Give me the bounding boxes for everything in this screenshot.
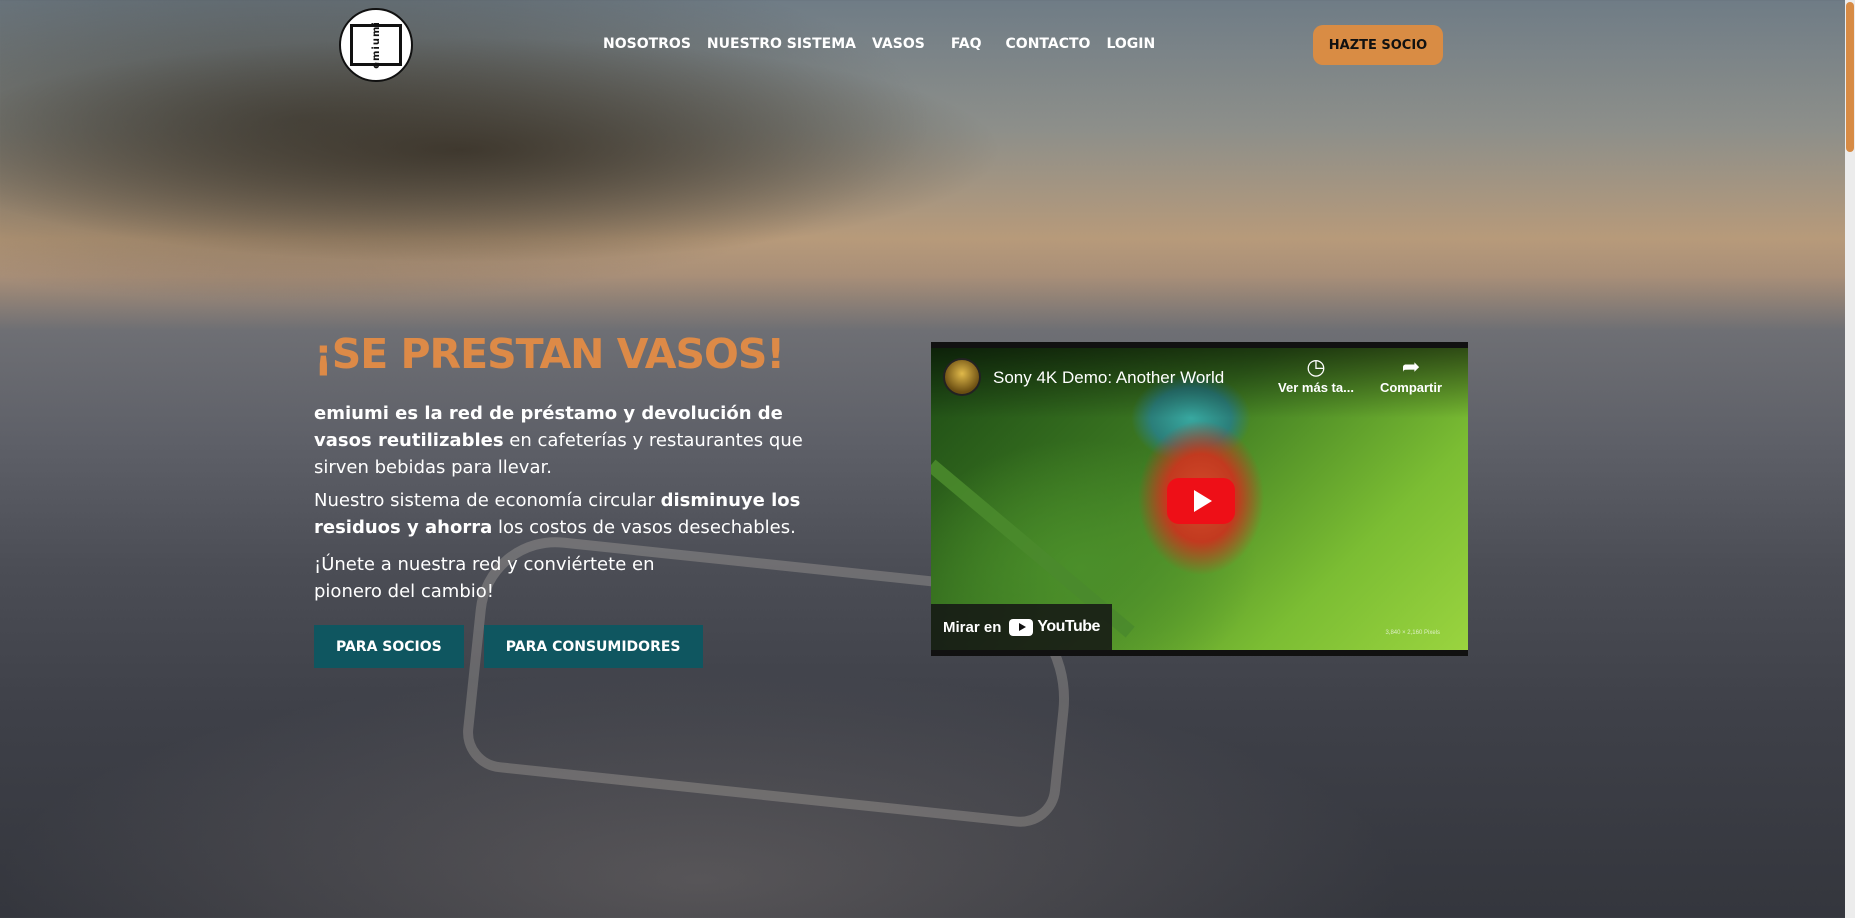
main-nav: NOSOTROS NUESTRO SISTEMA VASOS FAQ CONTA…	[603, 36, 1171, 52]
channel-avatar[interactable]	[943, 358, 981, 396]
hero-paragraph-3: ¡Únete a nuestra red y conviértete en pi…	[314, 554, 655, 602]
share-label: Compartir	[1379, 380, 1443, 395]
para-consumidores-button[interactable]: PARA CONSUMIDORES	[483, 625, 703, 668]
watch-later-label: Ver más ta...	[1278, 380, 1354, 395]
nav-faq[interactable]: FAQ	[951, 36, 982, 52]
scrollbar-thumb[interactable]	[1846, 2, 1854, 152]
para-socios-button[interactable]: PARA SOCIOS	[314, 625, 464, 668]
nav-nuestro-sistema[interactable]: NUESTRO SISTEMA	[707, 36, 856, 52]
nav-vasos[interactable]: VASOS	[872, 36, 925, 52]
site-header: emiumi NOSOTROS NUESTRO SISTEMA VASOS FA…	[0, 0, 1845, 90]
hero-p2-start: Nuestro sistema de economía circular	[314, 490, 661, 511]
youtube-logo: YouTube	[1009, 618, 1100, 636]
hero-title: ¡SE PRESTAN VASOS!	[314, 330, 785, 378]
play-icon	[1194, 490, 1212, 512]
video-title[interactable]: Sony 4K Demo: Another World	[993, 368, 1224, 388]
nav-login[interactable]: LOGIN	[1106, 36, 1155, 52]
youtube-embed[interactable]: Sony 4K Demo: Another World ◷ Ver más ta…	[931, 342, 1468, 656]
youtube-logo-icon	[1009, 618, 1034, 636]
logo-text: emiumi	[350, 21, 402, 69]
hero-p2-end: los costos de vasos desechables.	[492, 517, 796, 538]
emiumi-logo[interactable]: emiumi	[339, 8, 413, 82]
hero-paragraph-1: emiumi es la red de préstamo y devolució…	[314, 400, 824, 481]
hero-buttons: PARA SOCIOS PARA CONSUMIDORES	[314, 625, 874, 668]
nav-contacto[interactable]: CONTACTO	[1006, 36, 1091, 52]
clock-icon: ◷	[1306, 355, 1326, 380]
video-thumbnail[interactable]: Sony 4K Demo: Another World ◷ Ver más ta…	[931, 348, 1468, 650]
watch-later-button[interactable]: ◷ Ver más ta...	[1276, 355, 1356, 396]
hero-section: ¡SE PRESTAN VASOS! emiumi es la red de p…	[314, 330, 874, 668]
scrollbar[interactable]	[1845, 0, 1855, 918]
hazte-socio-button[interactable]: HAZTE SOCIO	[1313, 25, 1443, 65]
hero-paragraph-2: Nuestro sistema de economía circular dis…	[314, 487, 834, 541]
watch-on-label: Mirar en	[943, 618, 1002, 636]
youtube-logo-text: YouTube	[1037, 618, 1100, 635]
share-button[interactable]: ➦ Compartir	[1371, 355, 1451, 396]
play-button[interactable]	[1167, 478, 1235, 524]
watch-on-youtube-button[interactable]: Mirar en YouTube	[931, 604, 1112, 650]
share-icon: ➦	[1401, 355, 1421, 380]
resolution-note: 3,840 × 2,160 Pixels	[1385, 630, 1440, 636]
nav-nosotros[interactable]: NOSOTROS	[603, 36, 691, 52]
